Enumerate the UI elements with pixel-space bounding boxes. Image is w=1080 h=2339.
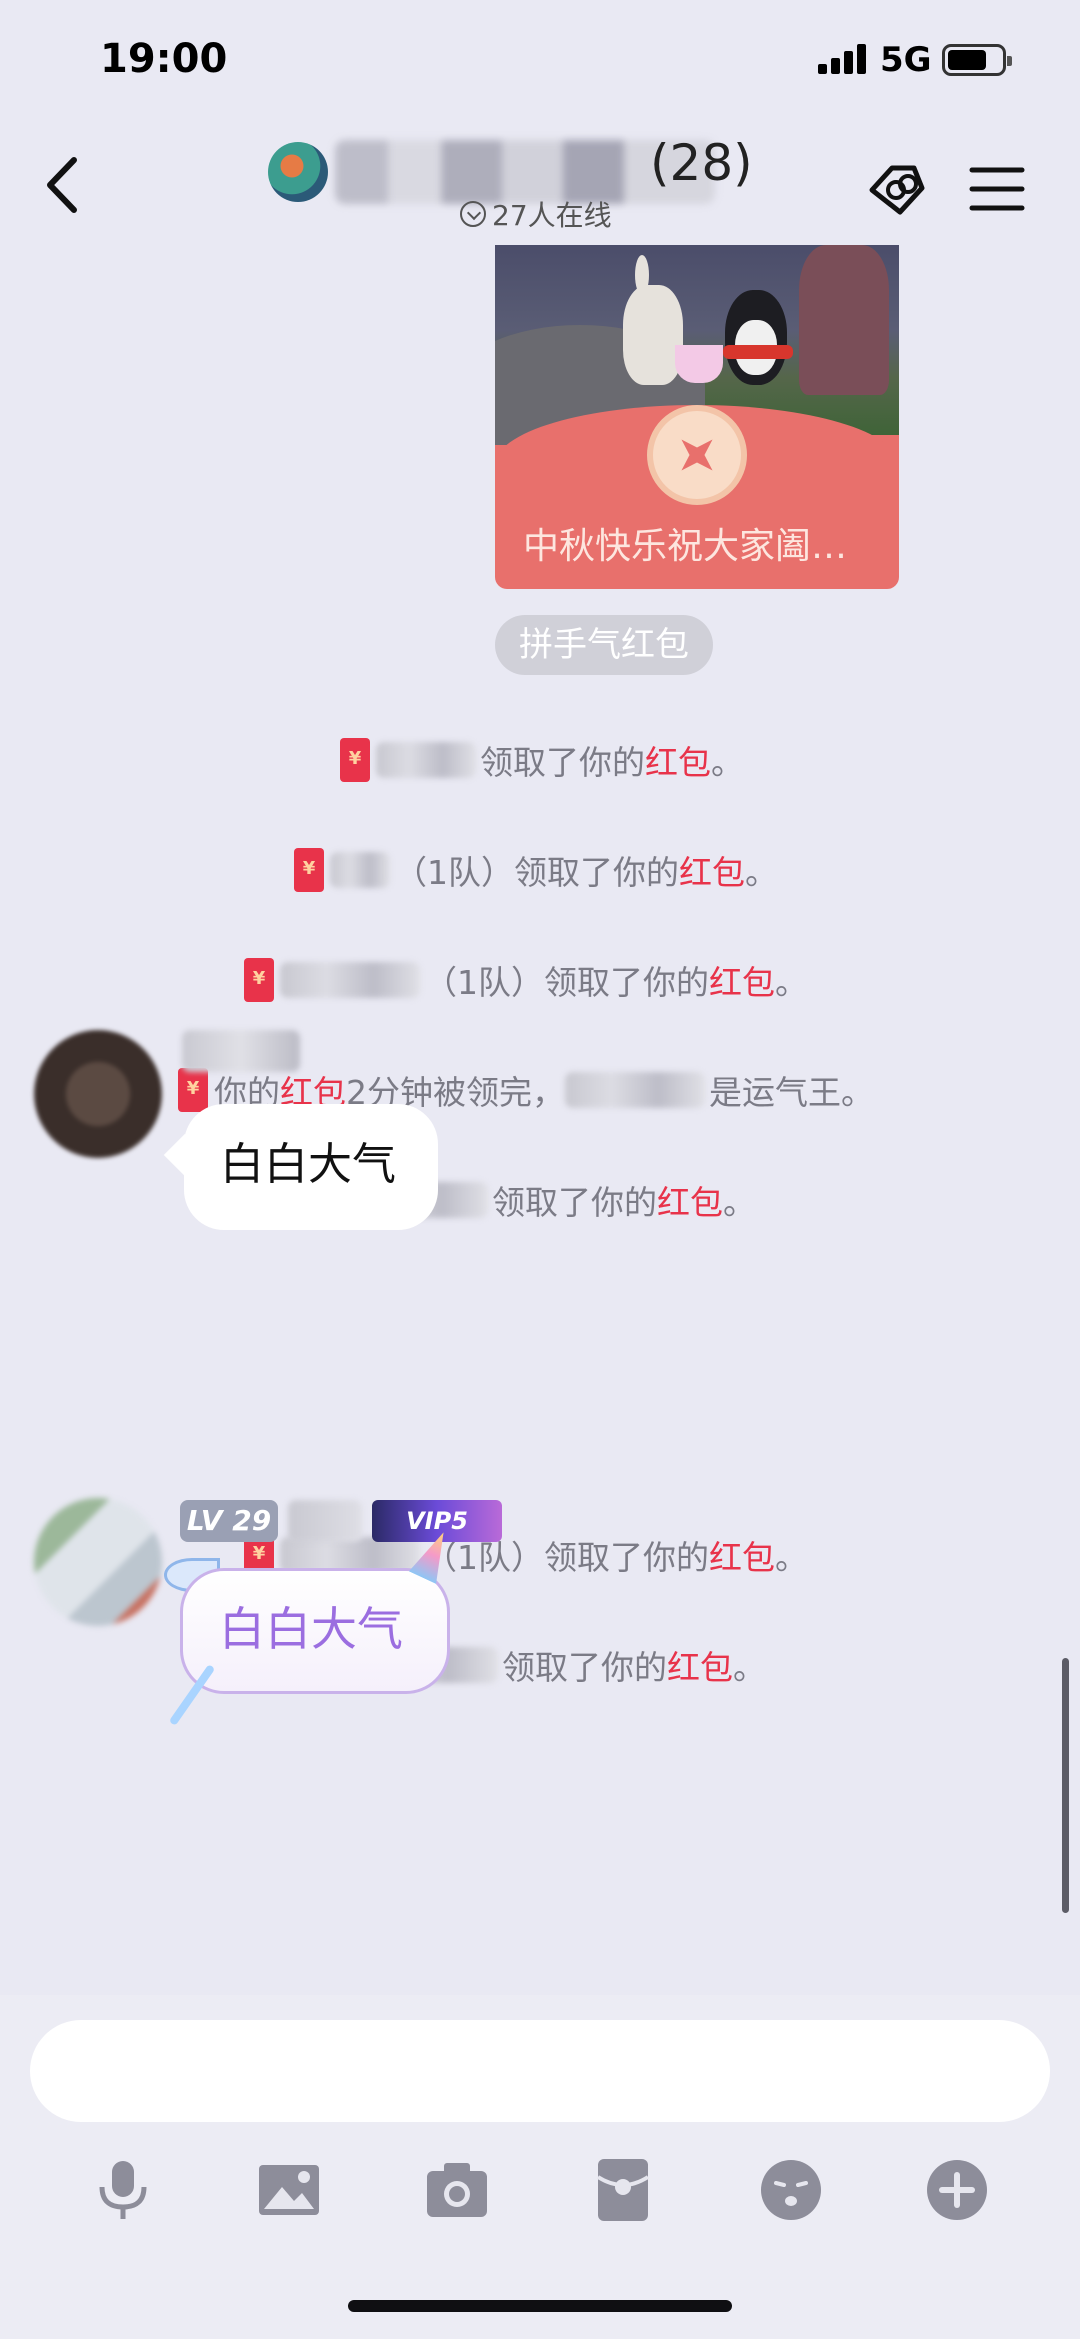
camera-icon[interactable]: [422, 2155, 492, 2225]
status-bar: 19:00 5G: [0, 0, 1080, 130]
message-input[interactable]: [30, 2020, 1050, 2122]
sender-name-redacted: [288, 1500, 362, 1542]
message-bubble[interactable]: 白白大气: [184, 1104, 438, 1230]
red-packet-icon: [294, 848, 324, 892]
redacted-name: [280, 962, 420, 998]
red-packet-title: 中秋快乐祝大家阖…: [523, 526, 848, 567]
system-message: （1队）领取了你的红包。: [244, 955, 808, 1005]
home-indicator[interactable]: [348, 2300, 732, 2312]
menu-icon[interactable]: [962, 154, 1032, 224]
plus-icon[interactable]: [922, 2155, 992, 2225]
red-packet-icon: [340, 738, 370, 782]
red-packet-icon[interactable]: [588, 2155, 658, 2225]
image-icon[interactable]: [254, 2155, 324, 2225]
scrollbar[interactable]: [1062, 1658, 1069, 1913]
system-message: 领取了你的红包。: [340, 735, 744, 785]
status-time: 19:00: [100, 36, 228, 82]
vip-badge: VIP5: [372, 1500, 502, 1542]
system-message: （1队）领取了你的红包。: [294, 845, 778, 895]
redacted-name: [565, 1072, 705, 1108]
emoji-icon[interactable]: [756, 2155, 826, 2225]
message-bubble[interactable]: 白白大气: [180, 1568, 450, 1694]
red-packet-card[interactable]: 中秋快乐祝大家阖…: [495, 245, 899, 589]
sender-name-redacted: [182, 1030, 300, 1072]
red-packet-icon: [178, 1068, 208, 1112]
redacted-name: [330, 852, 390, 888]
red-packet-icon: [244, 958, 274, 1002]
signal-icon: [818, 44, 870, 74]
member-count: (28): [650, 134, 753, 192]
input-area: [0, 1995, 1080, 2339]
avatar[interactable]: [34, 1030, 162, 1158]
chat-area[interactable]: 中秋快乐祝大家阖… 拼手气红包 领取了你的红包。 （1队）领取了你的红包。 （1…: [0, 245, 1080, 1995]
coin-icon: [647, 405, 747, 505]
battery-icon: [942, 44, 1012, 76]
back-button[interactable]: [38, 150, 88, 220]
redacted-name: [376, 742, 476, 778]
chevron-down-icon: [460, 201, 486, 227]
avatar[interactable]: [34, 1498, 162, 1626]
group-avatar[interactable]: [268, 142, 328, 202]
online-count: 27人在线: [492, 199, 612, 232]
level-badge: LV 29: [180, 1500, 278, 1542]
microphone-icon[interactable]: [88, 2155, 158, 2225]
online-status[interactable]: 27人在线: [460, 194, 612, 234]
link-tag-icon[interactable]: [862, 154, 932, 224]
network-label: 5G: [880, 40, 932, 80]
chat-header: (28) 27人在线: [0, 130, 1080, 245]
red-packet-type-label: 拼手气红包: [495, 615, 713, 675]
